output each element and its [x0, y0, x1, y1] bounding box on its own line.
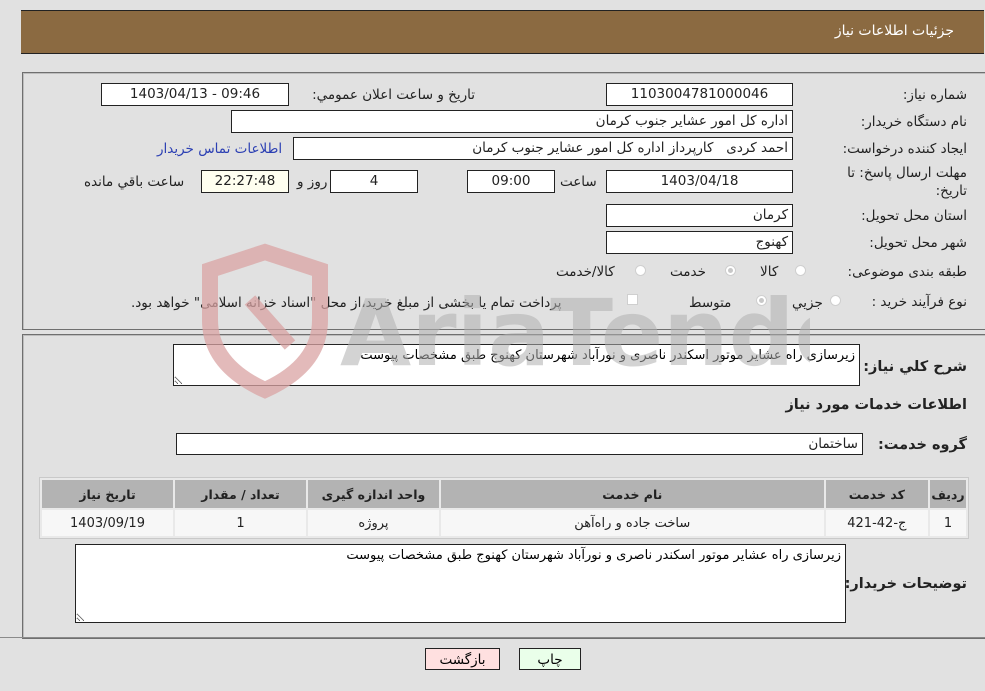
requester-field: احمد کردی کارپرداز اداره کل امور عشایر ج… — [293, 137, 793, 160]
print-button[interactable]: چاپ — [519, 648, 581, 670]
announce-datetime-field: 1403/04/13 - 09:46 — [101, 83, 289, 106]
purchase-type-radio-medium[interactable] — [756, 295, 767, 306]
service-group-label: گروه خدمت: — [877, 437, 967, 453]
category-radio-goods-service[interactable] — [635, 265, 646, 276]
category-radio-service[interactable] — [725, 265, 736, 276]
col-row-number: رديف — [929, 480, 966, 508]
category-option-goods: کالا — [760, 264, 779, 280]
purchase-type-option-minor: جزيي — [792, 295, 823, 311]
buyer-notes-textarea[interactable]: زیرسازی راه عشایر موتور اسکندر ناصری و ن… — [75, 544, 846, 623]
description-label: شرح کلي نياز: — [863, 359, 967, 375]
city-label: شهر محل تحويل: — [869, 235, 967, 251]
deadline-time-label: ساعت — [560, 174, 597, 190]
col-quantity: تعداد / مقدار — [175, 480, 306, 508]
treasury-note: پرداخت تمام يا بخشی از مبلغ خريد،از محل … — [131, 295, 562, 311]
services-table: رديف کد خدمت نام خدمت واحد اندازه گيری ت… — [39, 477, 969, 539]
province-field: کرمان — [606, 204, 793, 227]
remaining-time-label: ساعت باقي مانده — [84, 174, 185, 190]
col-service-code: کد خدمت — [825, 480, 928, 508]
description-textarea[interactable]: زیرسازی راه عشایر موتور اسکندر ناصری و ن… — [173, 344, 860, 386]
category-radio-goods[interactable] — [795, 265, 806, 276]
cell-quantity: 1 — [175, 510, 306, 536]
cell-row-number: 1 — [929, 510, 966, 536]
col-unit: واحد اندازه گيری — [307, 480, 439, 508]
need-number-label: شماره نیاز: — [902, 87, 967, 103]
buyer-org-field: اداره کل امور عشایر جنوب کرمان — [231, 110, 793, 133]
need-number-field: 1103004781000046 — [606, 83, 793, 106]
col-need-date: تاريخ نياز — [42, 480, 174, 508]
remaining-time-field: 22:27:48 — [201, 170, 289, 193]
back-button[interactable]: بازگشت — [425, 648, 500, 670]
deadline-date-field: 1403/04/18 — [606, 170, 793, 193]
purchase-type-label: نوع فرآيند خريد : — [871, 294, 967, 310]
cell-need-date: 1403/09/19 — [42, 510, 174, 536]
city-field: کهنوج — [606, 231, 793, 254]
service-group-field: ساختمان — [176, 433, 863, 455]
buyer-notes-label: توضيحات خريدار: — [844, 576, 967, 592]
buyer-contact-link[interactable]: اطلاعات تماس خريدار — [157, 141, 282, 157]
deadline-label-line1: مهلت ارسال پاسخ: تا — [847, 165, 967, 181]
services-section-title: اطلاعات خدمات مورد نياز — [785, 397, 967, 413]
buyer-org-label: نام دستگاه خريدار: — [860, 114, 967, 130]
footer-divider — [0, 637, 985, 638]
cell-service-name: ساخت جاده و راه‌آهن — [440, 510, 824, 536]
table-row: 1 ج-42-421 ساخت جاده و راه‌آهن پروژه 1 1… — [42, 510, 966, 536]
purchase-type-option-medium: متوسط — [689, 295, 732, 311]
announce-datetime-label: تاریخ و ساعت اعلان عمومي: — [312, 87, 475, 103]
page-title: جزئیات اطلاعات نیاز — [834, 23, 954, 39]
cell-service-code: ج-42-421 — [825, 510, 928, 536]
province-label: استان محل تحويل: — [861, 208, 967, 224]
purchase-type-radio-minor[interactable] — [830, 295, 841, 306]
services-table-header: رديف کد خدمت نام خدمت واحد اندازه گيری ت… — [42, 480, 966, 508]
treasury-checkbox[interactable] — [627, 294, 638, 305]
deadline-label-line2: تاريخ: — [935, 183, 967, 199]
cell-unit: پروژه — [307, 510, 439, 536]
category-option-goods-service: کالا/خدمت — [556, 264, 615, 280]
category-label: طبقه بندی موضوعی: — [847, 264, 967, 280]
category-option-service: خدمت — [670, 264, 706, 280]
days-label: روز و — [297, 174, 328, 190]
page-header: جزئیات اطلاعات نیاز — [21, 10, 984, 54]
deadline-time-field: 09:00 — [467, 170, 555, 193]
col-service-name: نام خدمت — [440, 480, 824, 508]
requester-label: ايجاد کننده درخواست: — [842, 141, 967, 157]
remaining-days-field: 4 — [330, 170, 418, 193]
